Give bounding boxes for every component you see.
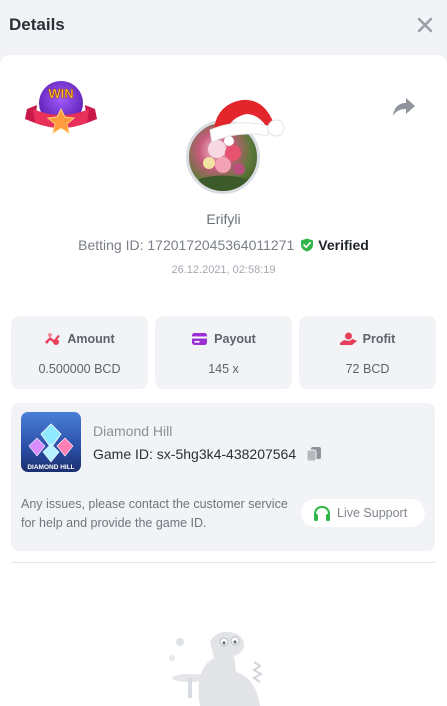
- close-icon[interactable]: [415, 15, 435, 35]
- game-id-line: Game ID: sx-5hg3k4-438207564: [93, 446, 322, 462]
- verified-shield-icon: [301, 238, 314, 252]
- share-icon[interactable]: [392, 96, 416, 118]
- win-badge-text: WIN: [48, 86, 73, 101]
- live-support-label: Live Support: [337, 506, 408, 520]
- diamond-hill-logo-icon: DIAMOND HILL: [27, 423, 75, 471]
- copy-icon[interactable]: [306, 446, 322, 462]
- bet-date: 26.12.2021, 02:58:19: [171, 264, 276, 276]
- stat-amount-label: Amount: [67, 332, 115, 346]
- bet-amount-icon: [45, 333, 61, 345]
- stat-payout: Payout 145 x: [155, 316, 292, 389]
- stat-profit-value: 72 BCD: [345, 362, 390, 376]
- profit-hand-icon: [339, 332, 357, 345]
- santa-hat-icon: [209, 99, 285, 143]
- game-name[interactable]: Diamond Hill: [93, 423, 172, 439]
- betting-id-value: 1720172045364011271: [147, 237, 295, 253]
- stat-profit-label: Profit: [362, 332, 396, 346]
- stat-amount: Amount 0.500000 BCD: [11, 316, 148, 389]
- stat-profit: Profit 72 BCD: [299, 316, 436, 389]
- payout-card-icon: [192, 333, 208, 345]
- verified-label: Verified: [318, 237, 369, 253]
- player-avatar-group: [186, 96, 286, 196]
- betting-id-line: Betting ID: 1720172045364011271 Verified: [0, 237, 447, 253]
- divider: [11, 562, 435, 563]
- stat-payout-label: Payout: [214, 332, 256, 346]
- betting-id-label: Betting ID:: [78, 237, 144, 253]
- game-id-label: Game ID:: [93, 446, 153, 462]
- player-username: Erifyli: [206, 211, 241, 227]
- game-thumbnail[interactable]: DIAMOND HILL: [21, 412, 81, 472]
- headset-icon: [314, 505, 330, 521]
- game-info-panel: DIAMOND HILL Diamond Hill Game ID: sx-5h…: [11, 403, 435, 551]
- page-title: Details: [9, 15, 65, 34]
- game-thumbnail-text: DIAMOND HILL: [27, 464, 74, 471]
- stat-payout-value: 145 x: [208, 362, 239, 376]
- dinosaur-mascot-icon: [169, 631, 264, 706]
- live-support-button[interactable]: Live Support: [301, 499, 425, 527]
- game-id-value: sx-5hg3k4-438207564: [156, 446, 297, 462]
- support-help-text: Any issues, please contact the customer …: [21, 497, 288, 530]
- details-header: Details: [0, 0, 447, 54]
- stat-amount-value: 0.500000 BCD: [38, 362, 121, 376]
- bet-stats: Amount 0.500000 BCD Payout 145 x Profit …: [11, 316, 436, 389]
- win-badge-icon: WIN: [25, 81, 97, 135]
